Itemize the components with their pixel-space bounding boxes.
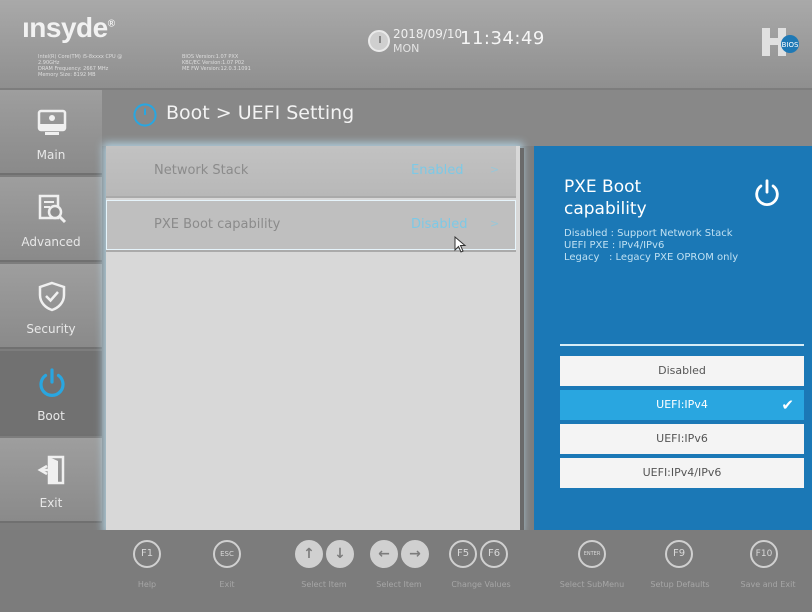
hotkey-label: Setup Defaults	[650, 580, 710, 589]
f9-key-icon[interactable]: F9	[665, 540, 693, 568]
sidebar-item-advanced[interactable]: Advanced	[0, 177, 102, 262]
sidebar: Main Advanced Security Boot Exit	[0, 90, 102, 527]
breadcrumb: Boot > UEFI Setting	[166, 102, 355, 124]
clock-icon	[368, 30, 390, 52]
option-uefi-ipv4-ipv6[interactable]: UEFI:IPv4/IPv6	[560, 458, 804, 488]
sidebar-item-label: Boot	[37, 409, 65, 423]
date-display: 2018/09/10	[393, 27, 463, 41]
hotkey-label: Select Item	[301, 580, 347, 589]
hotkey-label: Save and Exit	[740, 580, 796, 589]
esc-key-icon[interactable]: ESC	[213, 540, 241, 568]
sidebar-item-main[interactable]: Main	[0, 90, 102, 175]
scrollbar-track[interactable]	[520, 148, 524, 532]
option-disabled[interactable]: Disabled	[560, 356, 804, 386]
option-uefi-ipv4[interactable]: UEFI:IPv4 ✔	[560, 390, 804, 420]
footer-hotkeys: F1 Help ESC Exit ↑ ↓ Select Item ← → Sel…	[0, 530, 812, 612]
divider	[560, 344, 804, 346]
shield-icon	[38, 281, 66, 312]
day-display: MON	[393, 42, 420, 55]
sidebar-item-label: Main	[36, 148, 66, 162]
power-icon	[755, 179, 779, 206]
enter-key-icon[interactable]: ENTER	[578, 540, 606, 568]
page-title-bar: Boot > UEFI Setting	[102, 90, 812, 146]
mouse-cursor-icon	[454, 236, 467, 253]
arrow-up-icon[interactable]: ↑	[295, 540, 323, 568]
arrow-down-icon[interactable]: ↓	[326, 540, 354, 568]
setting-value: Disabled	[411, 217, 468, 232]
sidebar-item-boot[interactable]: Boot	[0, 351, 102, 436]
h2-bios-logo-icon: BIOS	[762, 28, 799, 56]
setting-name: Network Stack	[154, 163, 249, 178]
hotkey-label: Help	[137, 580, 157, 589]
setting-name: PXE Boot capability	[154, 217, 281, 232]
chevron-right-icon: >	[490, 217, 500, 230]
f6-key-icon[interactable]: F6	[480, 540, 508, 568]
settings-list: Network Stack Enabled > PXE Boot capabil…	[106, 146, 520, 532]
sidebar-item-label: Advanced	[21, 235, 81, 249]
option-uefi-ipv6[interactable]: UEFI:IPv6	[560, 424, 804, 454]
hotkey-label: Exit	[219, 580, 235, 589]
chevron-right-icon: >	[490, 163, 500, 176]
arrow-left-icon[interactable]: ←	[370, 540, 398, 568]
monitor-icon	[37, 109, 67, 135]
help-title: PXE Boot capability	[564, 177, 647, 219]
sidebar-item-label: Exit	[39, 496, 63, 510]
hotkey-label: Select SubMenu	[559, 580, 625, 589]
f1-key-icon[interactable]: F1	[133, 540, 161, 568]
sidebar-item-exit[interactable]: Exit	[0, 438, 102, 523]
hotkey-label: Select Item	[376, 580, 422, 589]
header-bar: ınsyde® Intel(R) Core(TM) i5-8xxxx CPU @…	[0, 0, 812, 88]
svg-text:BIOS: BIOS	[782, 41, 799, 49]
setting-row-network-stack[interactable]: Network Stack Enabled >	[106, 146, 516, 198]
sidebar-item-security[interactable]: Security	[0, 264, 102, 349]
help-description: Disabled : Support Network Stack UEFI PX…	[564, 228, 739, 263]
sidebar-item-label: Security	[26, 322, 76, 336]
exit-door-icon	[37, 455, 65, 485]
setting-value: Enabled	[411, 163, 464, 178]
magnifier-icon	[38, 194, 67, 224]
system-info-left: Intel(R) Core(TM) i5-8xxxx CPU @ 2.90GHz…	[38, 54, 123, 78]
hotkey-label: Change Values	[451, 580, 511, 589]
arrow-right-icon[interactable]: →	[401, 540, 429, 568]
insyde-logo: ınsyde®	[22, 12, 115, 43]
f5-key-icon[interactable]: F5	[449, 540, 477, 568]
f10-key-icon[interactable]: F10	[750, 540, 778, 568]
help-panel: PXE Boot capability Disabled : Support N…	[534, 146, 812, 532]
time-display: 11:34:49	[460, 28, 545, 49]
checkmark-icon: ✔	[781, 396, 794, 414]
power-icon	[39, 368, 65, 397]
power-icon	[133, 103, 157, 127]
system-info-right: BIOS Version:1.07 PXX KBC/EC Version:1.0…	[182, 54, 251, 72]
